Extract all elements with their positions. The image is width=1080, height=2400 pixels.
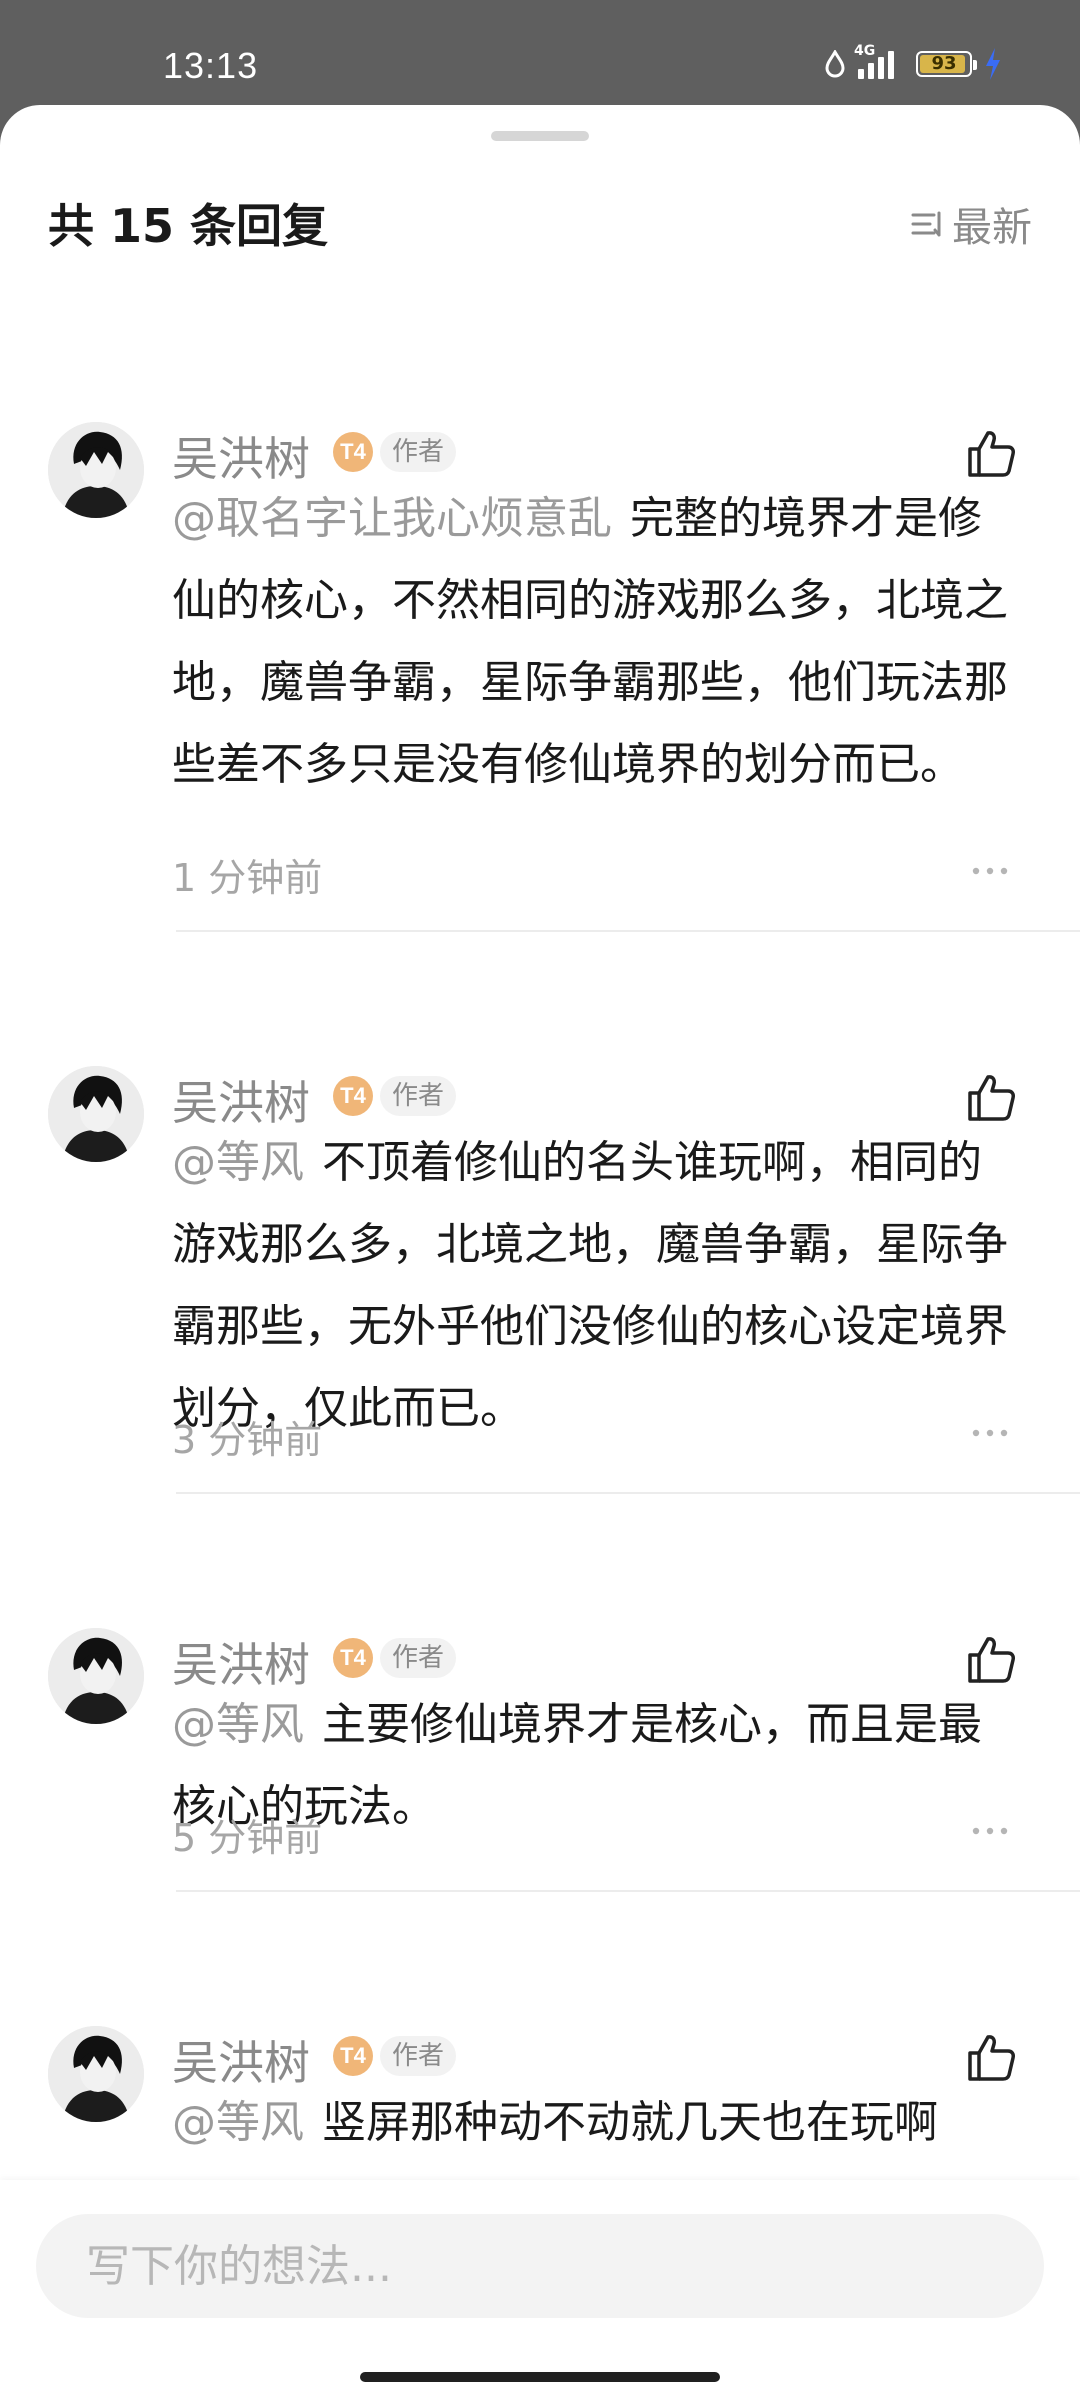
like-thumbs-up-icon[interactable]	[964, 1633, 1018, 1687]
divider	[176, 1492, 1080, 1494]
author-badge: 作者	[380, 2036, 457, 2076]
author-badge: 作者	[380, 1638, 457, 1678]
reply-time: 1 分钟前	[172, 856, 323, 900]
reply-time: 3 分钟前	[172, 1418, 323, 1462]
status-time: 13:13	[163, 45, 259, 86]
reply-mention[interactable]: @等风	[172, 1137, 304, 1188]
level-badge: T4	[333, 1076, 373, 1116]
reply-time: 5 分钟前	[172, 1816, 323, 1860]
battery-icon: 93	[916, 51, 977, 77]
reply-content: 竖屏那种动不动就几天也在玩啊	[322, 2097, 938, 2148]
comment-input[interactable]	[36, 2214, 1044, 2318]
charging-bolt-icon	[986, 48, 1000, 80]
avatar[interactable]	[48, 1628, 144, 1724]
level-badge: T4	[333, 2036, 373, 2076]
battery-level: 93	[931, 53, 957, 74]
sort-button[interactable]: 最新	[910, 195, 1032, 253]
like-thumbs-up-icon[interactable]	[964, 2031, 1018, 2085]
sort-label: 最新	[952, 205, 1032, 251]
home-indicator[interactable]	[360, 2372, 720, 2382]
avatar[interactable]	[48, 422, 144, 518]
divider	[176, 1890, 1080, 1892]
like-thumbs-up-icon[interactable]	[964, 427, 1018, 481]
status-icons: 4G 93	[824, 43, 1002, 80]
replies-count-title: 共 15 条回复	[48, 199, 329, 253]
network-type: 4G	[854, 43, 876, 59]
avatar-image	[48, 1066, 144, 1162]
reply-mention[interactable]: @等风	[172, 1699, 304, 1750]
author-badge: 作者	[380, 432, 457, 472]
like-thumbs-up-icon[interactable]	[964, 1071, 1018, 1125]
divider	[176, 930, 1080, 932]
comment-input-bar	[0, 2180, 1080, 2400]
drag-handle[interactable]	[491, 131, 589, 141]
more-options-icon[interactable]	[970, 1825, 1010, 1837]
water-drop-icon	[825, 50, 845, 78]
avatar[interactable]	[48, 2026, 144, 2122]
avatar[interactable]	[48, 1066, 144, 1162]
reply-text: @等风 不顶着修仙的名头谁玩啊，相同的游戏那么多，北境之地，魔兽争霸，星际争霸那些…	[172, 1122, 1012, 1450]
sort-lines-icon	[911, 211, 941, 237]
more-options-icon[interactable]	[970, 1427, 1010, 1439]
reply-mention[interactable]: @取名字让我心烦意乱	[172, 493, 612, 544]
more-options-icon[interactable]	[970, 865, 1010, 877]
status-bar: 13:13 4G 93	[0, 0, 1080, 105]
level-badge: T4	[333, 432, 373, 472]
cellular-signal-icon: 4G	[854, 43, 894, 79]
avatar-image	[48, 422, 144, 518]
author-badge: 作者	[380, 1076, 457, 1116]
avatar-image	[48, 2026, 144, 2122]
replies-sheet: 共 15 条回复 最新 吴洪树 T4 作者 @取名字让我心烦意乱 完整的境界才是…	[0, 105, 1080, 2400]
level-badge: T4	[333, 1638, 373, 1678]
avatar-image	[48, 1628, 144, 1724]
reply-mention[interactable]: @等风	[172, 2097, 304, 2148]
reply-text: @取名字让我心烦意乱 完整的境界才是修仙的核心，不然相同的游戏那么多，北境之地，魔…	[172, 478, 1012, 806]
